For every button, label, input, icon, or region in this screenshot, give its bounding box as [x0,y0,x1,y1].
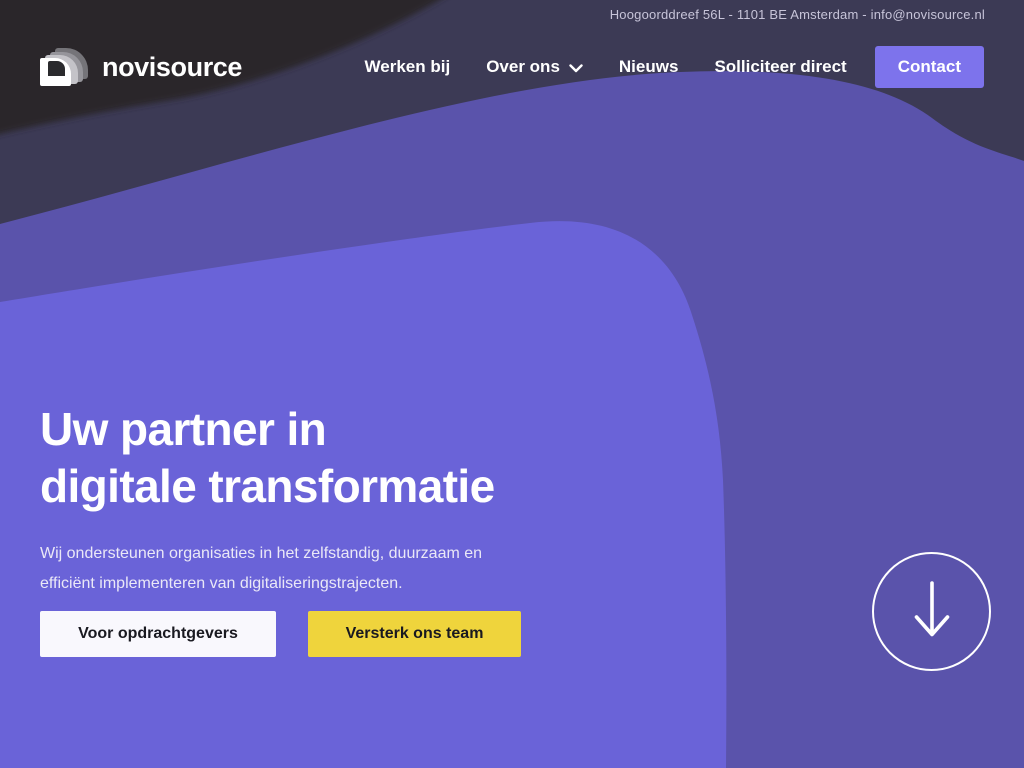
nav-item-nieuws[interactable]: Nieuws [619,57,679,77]
hero-description: Wij ondersteunen organisaties in het zel… [40,539,482,599]
contact-info: Hoogoorddreef 56L - 1101 BE Amsterdam - … [610,7,985,22]
join-team-button[interactable]: Versterk ons team [308,611,521,657]
logo-text: novisource [102,52,242,83]
clients-button[interactable]: Voor opdrachtgevers [40,611,276,657]
header: novisource Werken bij Over ons Nieuws So… [40,44,984,90]
topbar: Hoogoorddreef 56L - 1101 BE Amsterdam - … [0,0,1024,28]
contact-button[interactable]: Contact [875,46,984,88]
logo[interactable]: novisource [40,48,242,86]
scroll-down-button[interactable] [872,552,991,671]
chevron-down-icon [569,64,583,73]
arrow-down-icon [913,580,951,644]
hero-title: Uw partner in digitale transformatie [40,401,495,515]
novisource-arch-logo-icon [40,48,88,86]
hero-title-line1: Uw partner in [40,401,495,458]
nav-item-solliciteer-direct[interactable]: Solliciteer direct [714,57,846,77]
main-nav: Werken bij Over ons Nieuws Solliciteer d… [365,46,984,88]
nav-item-over-ons[interactable]: Over ons [486,57,583,77]
hero-title-line2: digitale transformatie [40,458,495,515]
novisource-homepage: Hoogoorddreef 56L - 1101 BE Amsterdam - … [0,0,1024,768]
nav-item-werken-bij[interactable]: Werken bij [365,57,451,77]
hero-buttons: Voor opdrachtgevers Versterk ons team [40,611,521,657]
